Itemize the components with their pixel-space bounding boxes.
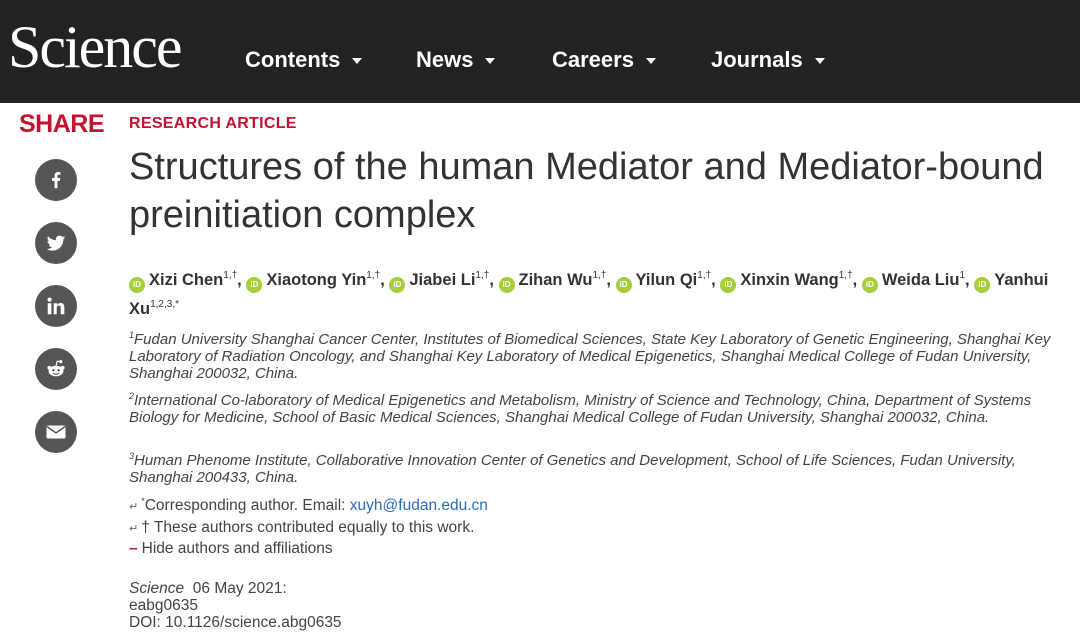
facebook-share-button[interactable] — [35, 159, 77, 201]
corresponding-text: Corresponding author. Email: — [144, 497, 350, 514]
email-icon — [46, 425, 66, 439]
equal-contribution-note: ↵ † These authors contributed equally to … — [129, 518, 474, 539]
twitter-share-button[interactable] — [35, 222, 77, 264]
collapse-dash-icon: – — [129, 540, 138, 557]
nav-news[interactable]: News — [416, 45, 496, 75]
author-name: Xinxin Wang — [740, 271, 839, 289]
author-affiliation-marker: 1,† — [592, 270, 607, 281]
author-name: Weida Liu — [881, 271, 960, 289]
nav-careers[interactable]: Careers — [552, 45, 656, 75]
citation-date: 06 May 2021: — [192, 580, 287, 597]
orcid-icon[interactable]: iD — [861, 277, 878, 293]
author-name: Zihan Wu — [518, 271, 593, 289]
orcid-icon[interactable]: iD — [389, 277, 406, 293]
chevron-down-icon — [645, 58, 656, 65]
nav-careers-label: Careers — [552, 47, 634, 72]
facebook-icon — [52, 172, 61, 189]
author-item[interactable]: iD Yilun Qi1,†, — [615, 270, 716, 293]
reddit-share-button[interactable] — [35, 348, 77, 390]
citation-block: Science 06 May 2021: eabg0635 DOI: 10.11… — [129, 580, 342, 631]
affiliation-item: 1Fudan University Shanghai Cancer Center… — [129, 327, 1064, 382]
share-label: SHARE — [19, 110, 105, 138]
linkedin-share-button[interactable] — [35, 285, 77, 327]
author-affiliation-marker: 1,† — [838, 270, 853, 281]
author-item[interactable]: iD Jiabei Li1,†, — [389, 270, 494, 293]
article-title: Structures of the human Mediator and Med… — [129, 146, 1044, 236]
article-type-label: RESEARCH ARTICLE — [129, 115, 297, 132]
author-separator: , — [380, 271, 385, 289]
nav-contents[interactable]: Contents — [245, 45, 363, 75]
author-item[interactable]: iD Weida Liu1, — [861, 270, 970, 293]
affiliation-text: International Co-laboratory of Medical E… — [129, 392, 1032, 426]
author-separator: , — [852, 271, 858, 289]
orcid-icon[interactable]: iD — [615, 277, 632, 293]
author-item[interactable]: iD Xinxin Wang1,†, — [720, 270, 858, 293]
equal-contribution-text: † These authors contributed equally to t… — [141, 519, 475, 536]
citation-article-id: eabg0635 — [129, 597, 198, 614]
author-affiliation-marker: 1,† — [223, 270, 238, 281]
linkedin-icon — [47, 297, 65, 315]
nav-journals[interactable]: Journals — [711, 45, 825, 75]
affiliation-text: Human Phenome Institute, Collaborative I… — [129, 452, 1016, 486]
reddit-icon — [47, 360, 65, 377]
author-separator: , — [965, 271, 970, 289]
author-affiliation-marker: 1,† — [475, 270, 490, 281]
author-name: Xizi Chen — [149, 271, 224, 289]
author-name: Xiaotong Yin — [266, 271, 367, 289]
orcid-icon[interactable]: iD — [129, 277, 145, 293]
citation-doi: DOI: 10.1126/science.abg0635 — [129, 614, 342, 631]
author-affiliation-marker: 1,† — [697, 270, 712, 281]
hide-authors-label: Hide authors and affiliations — [141, 540, 333, 557]
author-affiliation-marker: 1,2,3,* — [150, 299, 180, 310]
orcid-icon[interactable]: iD — [974, 277, 991, 293]
nav-journals-label: Journals — [711, 47, 803, 72]
author-list: iD Xizi Chen1,†, iD Xiaotong Yin1,†, iD Jia… — [129, 264, 1064, 321]
top-navigation-bar: Science Contents News Careers Journals — [0, 0, 1080, 103]
citation-journal-line: Science 06 May 2021: — [129, 580, 342, 597]
affiliation-text: Fudan University Shanghai Cancer Center,… — [129, 331, 1051, 382]
author-item[interactable]: iD Zihan Wu1,†, — [498, 270, 611, 293]
author-affiliation-marker: 1,† — [366, 270, 381, 281]
chevron-down-icon — [352, 58, 363, 65]
science-logo[interactable]: Science — [8, 14, 183, 80]
author-name: Yilun Qi — [635, 271, 698, 289]
orcid-icon[interactable]: iD — [246, 277, 263, 293]
author-separator: , — [606, 271, 611, 289]
author-item[interactable]: iD Xizi Chen1,†, — [129, 270, 242, 293]
corresponding-author-note: ↵ *Corresponding author. Email: xuyh@fuda… — [129, 491, 488, 517]
citation-journal: Science — [129, 580, 185, 597]
author-item[interactable]: iD Xiaotong Yin1,†, — [246, 270, 385, 293]
nav-contents-label: Contents — [245, 47, 341, 72]
author-name: Jiabei Li — [409, 271, 476, 289]
author-separator: , — [237, 271, 242, 289]
corresponding-email-link[interactable]: xuyh@fudan.edu.cn — [350, 497, 488, 514]
author-separator: , — [489, 271, 494, 289]
chevron-down-icon — [814, 58, 825, 65]
return-arrow-icon[interactable]: ↵ — [129, 523, 138, 535]
nav-news-label: News — [416, 47, 474, 72]
affiliation-item: 3Human Phenome Institute, Collaborative … — [129, 448, 1064, 486]
twitter-icon — [46, 235, 66, 251]
orcid-icon[interactable]: iD — [720, 277, 737, 293]
author-separator: , — [711, 271, 716, 289]
hide-authors-toggle[interactable]: – Hide authors and affiliations — [129, 539, 333, 559]
email-share-button[interactable] — [35, 411, 77, 453]
return-arrow-icon[interactable]: ↵ — [129, 501, 138, 513]
chevron-down-icon — [485, 58, 496, 65]
orcid-icon[interactable]: iD — [498, 277, 515, 293]
affiliation-item: 2International Co-laboratory of Medical … — [129, 388, 1064, 426]
